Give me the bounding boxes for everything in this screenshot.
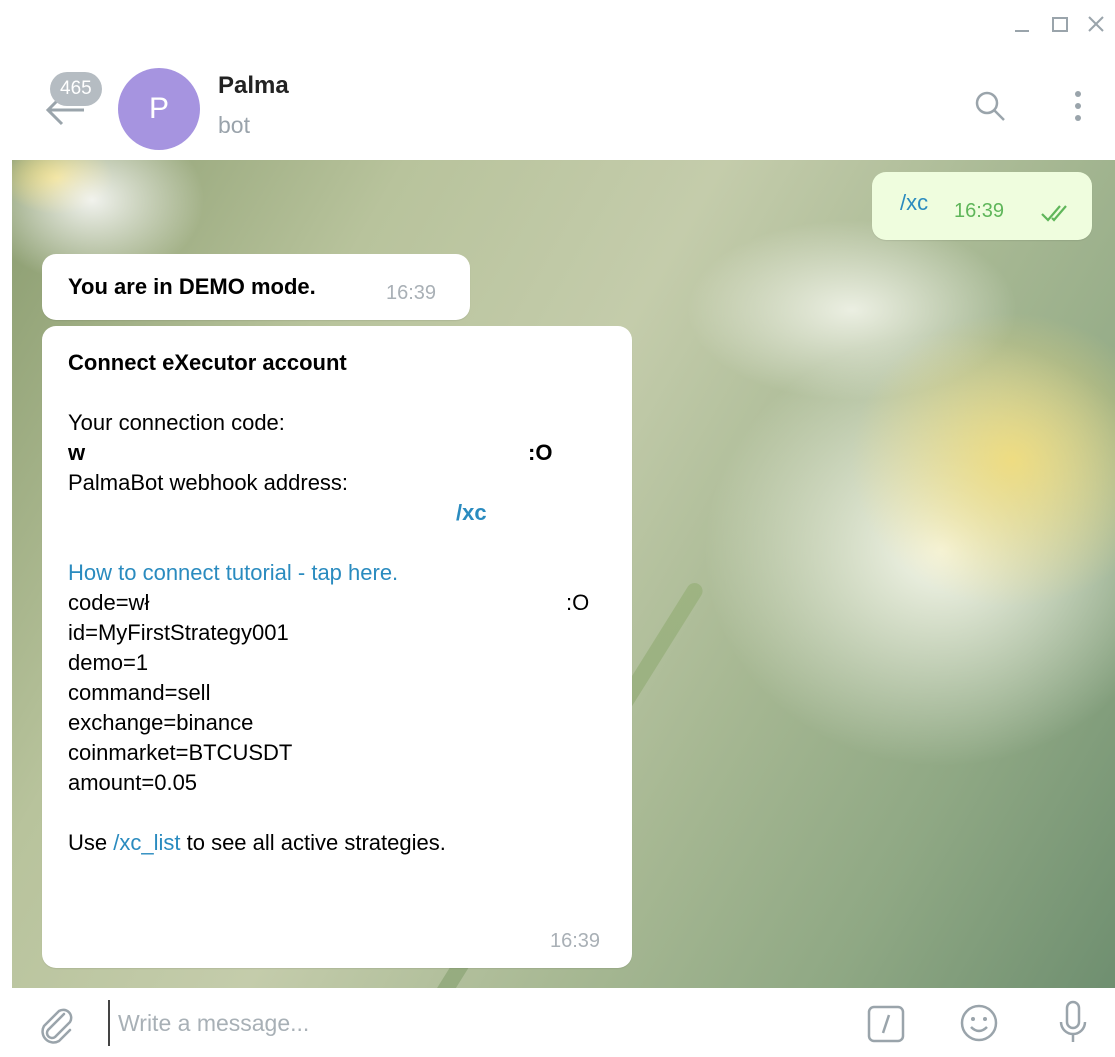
close-icon[interactable] xyxy=(1084,12,1108,36)
paperclip-icon[interactable] xyxy=(34,1002,78,1046)
demo-mode-text: You are in DEMO mode. xyxy=(68,274,316,299)
message-input[interactable] xyxy=(108,1000,828,1046)
emoji-icon[interactable] xyxy=(958,1002,1000,1044)
outgoing-message-time: 16:39 xyxy=(954,200,1005,222)
microphone-icon[interactable] xyxy=(1056,998,1090,1048)
search-icon[interactable] xyxy=(972,88,1008,124)
chat-header: 465 P Palma bot xyxy=(0,48,1115,160)
webhook-address-end[interactable]: /xc xyxy=(456,498,487,528)
incoming-message-bubble[interactable]: You are in DEMO mode. 16:39 xyxy=(42,254,470,320)
minimize-icon[interactable] xyxy=(1010,12,1034,36)
outgoing-message-text: /xc xyxy=(900,190,929,215)
chat-title[interactable]: Palma xyxy=(218,72,289,100)
code-param-row: code=wł :O xyxy=(68,588,608,618)
bot-command-icon[interactable] xyxy=(866,1004,906,1044)
footer-text: Use /xc_list to see all active strategie… xyxy=(68,828,608,858)
unread-count-badge: 465 xyxy=(50,72,102,106)
code-param-start: code=wł xyxy=(68,590,150,615)
amount-param: amount=0.05 xyxy=(68,770,198,795)
double-check-icon xyxy=(1040,202,1074,224)
exchange-param: exchange=binance xyxy=(68,710,254,735)
xc-list-link[interactable]: /xc_list xyxy=(113,830,180,855)
more-options-icon[interactable] xyxy=(1060,88,1096,124)
outgoing-message-bubble[interactable]: /xc 16:39 xyxy=(872,172,1092,240)
footer-text-post: to see all active strategies. xyxy=(180,830,446,855)
id-param: id=MyFirstStrategy001 xyxy=(68,620,289,645)
coinmarket-param: coinmarket=BTCUSDT xyxy=(68,740,293,765)
tutorial-link[interactable]: How to connect tutorial - tap here. xyxy=(68,558,608,588)
command-param: command=sell xyxy=(68,680,211,705)
message-heading: Connect eXecutor account xyxy=(68,350,347,375)
connection-code-label: Your connection code: xyxy=(68,410,285,435)
connection-code-row: w :O xyxy=(68,438,608,468)
code-param-end: :O xyxy=(566,590,590,615)
connection-code-end: :O xyxy=(528,440,553,465)
chat-background: /xc 16:39 You are in DEMO mode. 16:39 Co… xyxy=(12,160,1115,988)
avatar[interactable]: P xyxy=(118,68,200,150)
message-time: 16:39 xyxy=(386,282,437,304)
footer-text-pre: Use xyxy=(68,830,114,855)
message-body: Connect eXecutor account Your connection… xyxy=(68,348,608,858)
webhook-label: PalmaBot webhook address: xyxy=(68,470,349,495)
message-input-bar xyxy=(0,988,1115,1057)
chat-subtitle: bot xyxy=(218,112,250,138)
maximize-icon[interactable] xyxy=(1048,12,1072,36)
demo-param: demo=1 xyxy=(68,650,149,675)
connection-code-start: w xyxy=(68,440,86,465)
message-time: 16:39 xyxy=(550,930,601,952)
incoming-message-bubble[interactable]: Connect eXecutor account Your connection… xyxy=(42,326,632,968)
webhook-address-row: /xc xyxy=(68,498,608,528)
window-title-bar xyxy=(0,0,1115,48)
